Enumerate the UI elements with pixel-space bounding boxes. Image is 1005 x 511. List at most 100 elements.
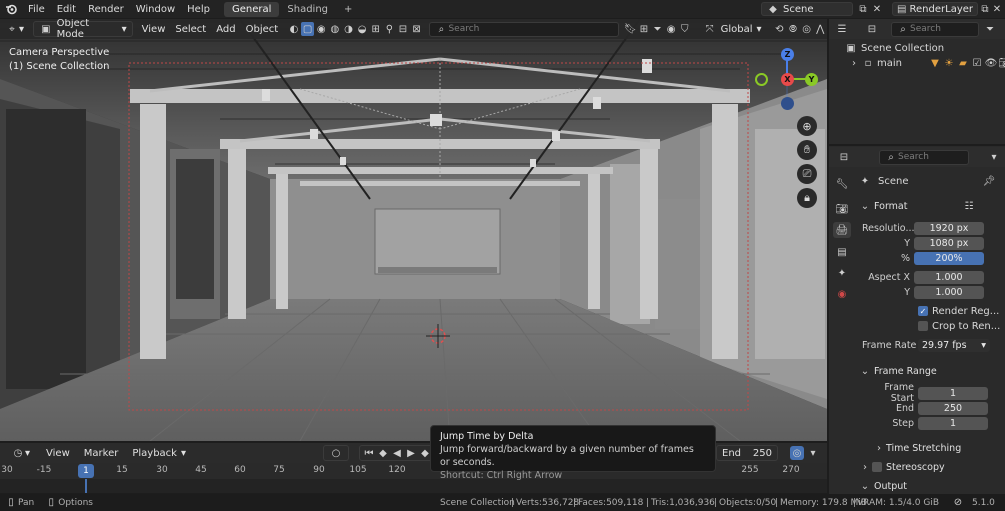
checkbox-icon[interactable]: ☑ [970, 56, 984, 70]
output-panel-header[interactable]: ⌄ Output [858, 478, 907, 494]
presets-icon[interactable]: ☷ [962, 199, 976, 213]
select-intersect-icon[interactable]: ◒ [355, 22, 369, 36]
select-subtract-icon[interactable]: ◍ [328, 22, 342, 36]
filter-icon[interactable]: ⏷ [651, 22, 665, 36]
format-panel-header[interactable]: ⌄ Format [858, 198, 908, 214]
frame-end-field[interactable]: 250 [918, 401, 988, 415]
editor-type-button[interactable]: ⌖ ▾ [0, 21, 29, 37]
timeline-menu-marker[interactable]: Marker [79, 445, 124, 461]
resolution-percent-field[interactable]: 200% [914, 251, 984, 265]
measure-tool-icon[interactable]: ⊠ [410, 22, 424, 36]
resolution-y-field[interactable]: 1080 px [914, 236, 984, 250]
tool-settings-icon[interactable]: ⊞ [369, 22, 383, 36]
tab-shading[interactable]: Shading [279, 2, 336, 17]
keying-icon[interactable]: ◎ [790, 446, 804, 460]
current-frame-indicator[interactable]: 1 [78, 464, 94, 478]
gizmo-z-axis[interactable]: Z [781, 48, 794, 61]
pin-icon[interactable]: 📌︎ [982, 174, 996, 188]
expand-chevron-icon[interactable]: › [847, 56, 861, 70]
viewport-menu-object[interactable]: Object [241, 21, 284, 37]
outliner-row-main[interactable]: › ▫ main ▼ ☀ ▰ ☑ 👁︎ 📷︎ [847, 56, 1005, 70]
menu-window[interactable]: Window [130, 4, 181, 15]
prev-keyframe-icon[interactable]: ◆ [376, 446, 390, 460]
viewport-menu-view[interactable]: View [137, 21, 171, 37]
tab-view-layer[interactable]: ▤ [833, 244, 851, 260]
properties-search[interactable]: ⌕ Search [879, 149, 969, 165]
stereoscopy-panel-header[interactable]: › Stereoscopy [858, 459, 945, 475]
timeline-editor-button[interactable]: ◷ ▾ [6, 445, 35, 461]
play-icon[interactable]: ▶ [404, 446, 418, 460]
snap-icon[interactable]: ⦾ [786, 22, 800, 36]
aspect-y-field[interactable]: 1.000 [914, 285, 984, 299]
visibility-icon[interactable]: ◉ [664, 22, 678, 36]
outliner-row-root[interactable]: ▣ Scene Collection [844, 41, 944, 55]
blender-logo-icon[interactable] [4, 2, 18, 16]
tab-general[interactable]: General [223, 1, 280, 17]
gizmo-neg-z-axis[interactable] [781, 97, 794, 110]
timeline-menu-playback[interactable]: Playback ▾ [127, 445, 191, 461]
pivot-icon[interactable]: ⟲ [773, 22, 787, 36]
tab-output[interactable]: 🖨︎ [833, 222, 851, 238]
tab-world[interactable]: ◉ [833, 286, 851, 302]
viewport-menu-add[interactable]: Add [211, 21, 240, 37]
play-reverse-icon[interactable]: ◀ [390, 446, 404, 460]
tab-scene[interactable]: ✦ [833, 265, 851, 281]
menu-file[interactable]: File [22, 4, 51, 15]
view-options-icon[interactable]: ⊞ [637, 22, 651, 36]
properties-editor-icon[interactable]: ⊟ [837, 150, 851, 164]
navigation-gizmo[interactable]: Z X Y [752, 47, 822, 137]
camera-render-icon[interactable]: 📷︎ [998, 56, 1005, 70]
gizmo-neg-x-axis[interactable] [755, 73, 768, 86]
copy-icon[interactable]: ⧉ [856, 2, 870, 16]
bookmark-icon[interactable]: 🔖︎ [623, 22, 637, 36]
select-extend-icon[interactable]: ◉ [314, 22, 328, 36]
select-invert-icon[interactable]: ◑ [342, 22, 356, 36]
proportional-edit-icon[interactable]: ◎ [800, 22, 814, 36]
color-wheel-icon[interactable]: ◐ [287, 22, 301, 36]
chevron-down-icon[interactable]: ▾ [987, 150, 1001, 164]
close-icon[interactable]: ✕ [870, 2, 884, 16]
gizmo-x-axis[interactable]: X [781, 73, 794, 86]
filter-icon[interactable]: ⏷ [983, 22, 997, 36]
jump-start-icon[interactable]: ⏮ [362, 446, 376, 460]
aspect-x-field[interactable]: 1.000 [914, 270, 984, 284]
frame-range-panel-header[interactable]: ⌄ Frame Range [858, 363, 937, 379]
close-layer-icon[interactable]: ✕ [990, 2, 1004, 16]
camera-view-icon[interactable]: ⎚ [797, 164, 817, 184]
scene-selector[interactable]: ◆ Scene [761, 2, 853, 16]
falloff-icon[interactable]: ⋀ [813, 22, 827, 36]
record-button[interactable]: ○ [323, 445, 349, 461]
menu-edit[interactable]: Edit [51, 4, 82, 15]
viewport-menu-select[interactable]: Select [170, 21, 211, 37]
gizmo-y-axis[interactable]: Y [805, 73, 818, 86]
outliner-editor-icon[interactable]: ☰ [835, 22, 849, 36]
chevron-down-icon[interactable]: ▾ [806, 446, 820, 460]
pan-hand-icon[interactable]: ✋︎ [797, 140, 817, 160]
display-mode-icon[interactable]: ⊟ [865, 22, 879, 36]
shield-icon[interactable]: ⛉ [678, 22, 692, 36]
timeline-menu-view[interactable]: View [41, 445, 75, 461]
mode-selector[interactable]: ▣ Object Mode ▾ [33, 19, 133, 40]
orientation-selector[interactable]: ⤧ Global ▾ [698, 21, 767, 37]
render-region-checkbox[interactable]: ✓ Render Reg... [918, 304, 999, 318]
frame-step-field[interactable]: 1 [918, 416, 988, 430]
snap-tool-icon[interactable]: ⚲ [383, 22, 397, 36]
tab-tool[interactable]: 🔧︎ [833, 176, 851, 192]
transform-tool-icon[interactable]: ⊟ [396, 22, 410, 36]
time-stretching-subpanel[interactable]: › Time Stretching [872, 440, 961, 456]
stereoscopy-checkbox[interactable] [872, 462, 882, 472]
3d-viewport[interactable]: ⌖ ▾ ▣ Object Mode ▾ View Select Add Object… [0, 19, 827, 441]
resolution-x-field[interactable]: 1920 px [914, 221, 984, 235]
end-frame-field[interactable]: End 250 [716, 445, 778, 461]
viewport-search[interactable]: ⌕ Search [429, 21, 620, 37]
menu-render[interactable]: Render [82, 4, 130, 15]
view-layer-selector[interactable]: ▤ RenderLayer [892, 2, 978, 16]
eye-icon[interactable]: 👁︎ [984, 56, 998, 70]
frame-rate-dropdown[interactable]: 29.97 fps ▾ [918, 338, 990, 352]
crop-region-checkbox[interactable]: Crop to Ren... [918, 319, 1000, 333]
frame-start-field[interactable]: 1 [918, 386, 988, 400]
add-workspace-button[interactable]: + [336, 2, 360, 17]
select-box-icon[interactable]: ▢ [300, 22, 315, 36]
lock-icon[interactable]: 🔒︎ [797, 188, 817, 208]
tab-render[interactable]: 📷︎ [833, 201, 851, 217]
